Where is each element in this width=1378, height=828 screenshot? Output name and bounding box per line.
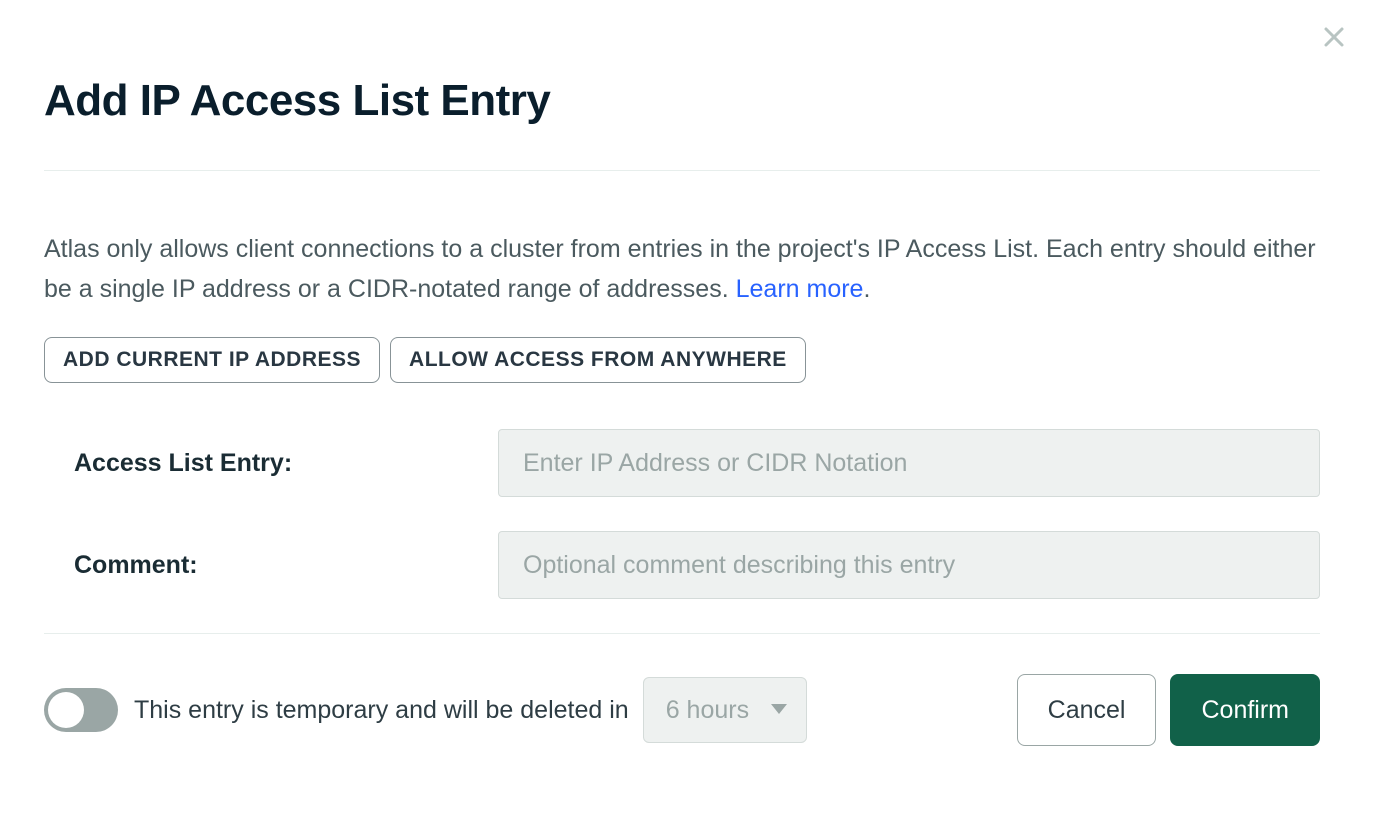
- temporary-toggle[interactable]: [44, 688, 118, 732]
- description-period: .: [863, 275, 870, 303]
- comment-input[interactable]: [498, 531, 1320, 599]
- header-divider: [44, 170, 1320, 171]
- confirm-button[interactable]: Confirm: [1170, 674, 1320, 746]
- learn-more-link[interactable]: Learn more: [736, 275, 864, 303]
- temporary-duration-wrap: 6 hours: [643, 677, 807, 743]
- modal-description: Atlas only allows client connections to …: [44, 229, 1320, 309]
- add-ip-access-modal: Add IP Access List Entry Atlas only allo…: [44, 20, 1320, 746]
- comment-label: Comment:: [74, 551, 498, 580]
- close-icon: [1322, 25, 1346, 52]
- footer-divider: [44, 633, 1320, 634]
- modal-title: Add IP Access List Entry: [44, 76, 1320, 126]
- close-button[interactable]: [1314, 18, 1354, 58]
- shortcut-buttons: ADD CURRENT IP ADDRESS ALLOW ACCESS FROM…: [44, 337, 1320, 383]
- description-text: Atlas only allows client connections to …: [44, 235, 1316, 303]
- modal-footer: This entry is temporary and will be dele…: [44, 674, 1320, 746]
- temporary-duration-select[interactable]: 6 hours: [643, 677, 807, 743]
- access-list-entry-label: Access List Entry:: [74, 449, 498, 478]
- comment-row: Comment:: [44, 531, 1320, 599]
- temporary-label: This entry is temporary and will be dele…: [134, 696, 629, 725]
- allow-anywhere-button[interactable]: ALLOW ACCESS FROM ANYWHERE: [390, 337, 806, 383]
- access-list-entry-row: Access List Entry:: [44, 429, 1320, 497]
- cancel-button[interactable]: Cancel: [1017, 674, 1157, 746]
- add-current-ip-button[interactable]: ADD CURRENT IP ADDRESS: [44, 337, 380, 383]
- access-list-entry-input[interactable]: [498, 429, 1320, 497]
- toggle-knob: [48, 692, 84, 728]
